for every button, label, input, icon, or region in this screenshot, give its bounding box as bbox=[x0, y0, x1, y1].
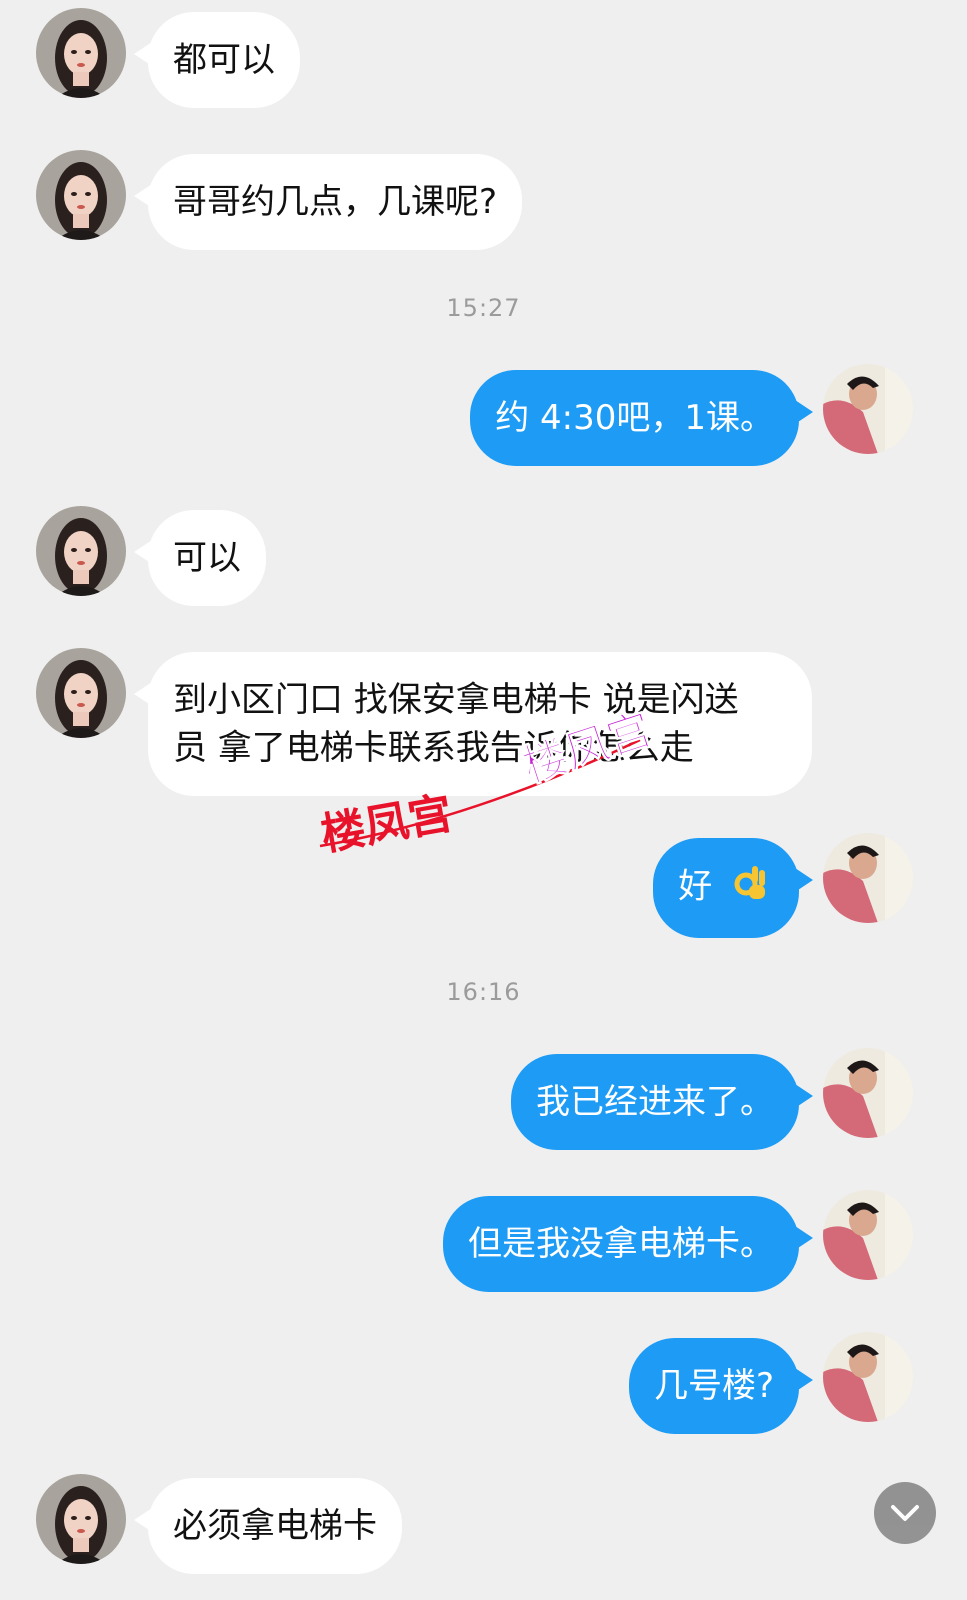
user-avatar[interactable] bbox=[823, 1048, 913, 1138]
message-text: 都可以 bbox=[173, 40, 275, 80]
chevron-down-icon bbox=[891, 1505, 919, 1521]
message-text: 哥哥约几点，几课呢? bbox=[173, 182, 498, 222]
scroll-to-bottom-button[interactable] bbox=[874, 1482, 936, 1544]
message-bubble-outgoing[interactable]: 但是我没拿电梯卡。 bbox=[443, 1196, 813, 1292]
message-bubble-incoming[interactable]: 必须拿电梯卡 bbox=[134, 1478, 402, 1574]
message-text: 我已经进来了。 bbox=[536, 1082, 774, 1122]
contact-avatar[interactable] bbox=[36, 150, 126, 240]
ok-hand-icon bbox=[729, 861, 769, 915]
message-bubble-incoming[interactable]: 可以 bbox=[134, 510, 266, 606]
user-avatar[interactable] bbox=[823, 1190, 913, 1280]
timestamp: 16:16 bbox=[446, 978, 521, 1006]
message-bubble-outgoing[interactable]: 几号楼? bbox=[628, 1338, 814, 1434]
user-avatar[interactable] bbox=[823, 1332, 913, 1422]
message-bubble-incoming[interactable]: 哥哥约几点，几课呢? bbox=[133, 154, 523, 250]
message-text: 必须拿电梯卡 bbox=[173, 1506, 377, 1546]
message-text-line: 员 拿了电梯卡联系我告诉你怎么走 bbox=[173, 728, 694, 768]
message-bubble-outgoing[interactable]: 约 4:30吧，1课。 bbox=[470, 370, 813, 466]
message-text: 几号楼? bbox=[653, 1366, 774, 1406]
message-text: 可以 bbox=[173, 538, 241, 578]
contact-avatar[interactable] bbox=[36, 648, 126, 738]
message-bubble-incoming[interactable]: 到小区门口 找保安拿电梯卡 说是闪送 员 拿了电梯卡联系我告诉你怎么走 bbox=[134, 652, 812, 796]
message-text: 约 4:30吧，1课。 bbox=[495, 398, 774, 438]
timestamp: 15:27 bbox=[446, 294, 521, 322]
contact-avatar[interactable] bbox=[36, 1474, 126, 1564]
user-avatar[interactable] bbox=[823, 833, 913, 923]
message-bubble-outgoing[interactable]: 好 bbox=[653, 838, 813, 938]
message-bubble-incoming[interactable]: 都可以 bbox=[134, 12, 300, 108]
contact-avatar[interactable] bbox=[36, 8, 126, 98]
message-text: 好 bbox=[678, 866, 713, 907]
user-avatar[interactable] bbox=[823, 364, 913, 454]
message-text-line: 到小区门口 找保安拿电梯卡 说是闪送 bbox=[173, 680, 739, 720]
message-bubble-outgoing[interactable]: 我已经进来了。 bbox=[511, 1054, 813, 1150]
contact-avatar[interactable] bbox=[36, 506, 126, 596]
message-text: 但是我没拿电梯卡。 bbox=[468, 1224, 774, 1264]
